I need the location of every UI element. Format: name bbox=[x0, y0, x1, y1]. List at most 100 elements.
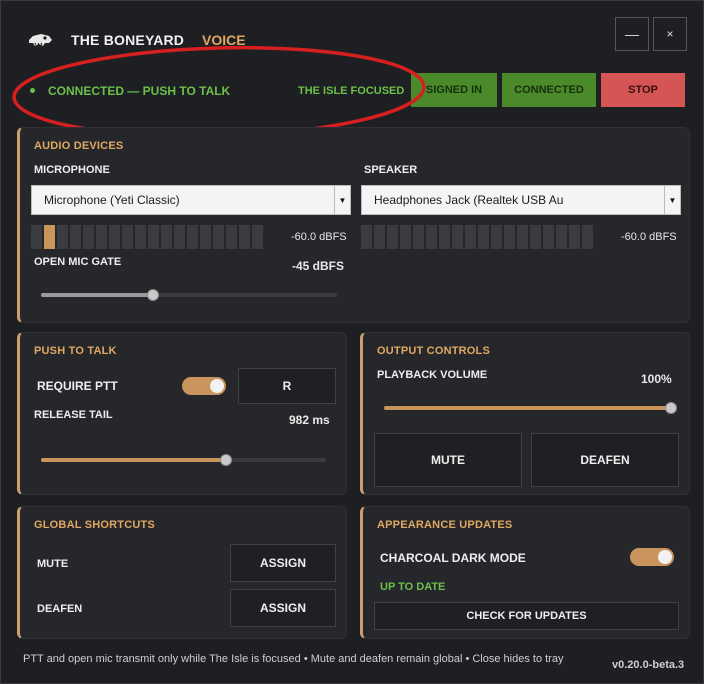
microphone-level-meter bbox=[31, 225, 263, 249]
speaker-meter-segment bbox=[374, 225, 385, 249]
signed-in-badge: SIGNED IN bbox=[411, 73, 497, 107]
deafen-button[interactable]: DEAFEN bbox=[531, 433, 679, 487]
mic-meter-segment bbox=[57, 225, 68, 249]
speaker-meter-segment bbox=[361, 225, 372, 249]
check-updates-button[interactable]: CHECK FOR UPDATES bbox=[374, 602, 679, 630]
global-shortcuts-title: GLOBAL SHORTCUTS bbox=[34, 519, 155, 531]
open-mic-gate-value: -45 dBFS bbox=[292, 259, 345, 273]
output-controls-panel: OUTPUT CONTROLS PLAYBACK VOLUME 100% MUT… bbox=[360, 332, 690, 495]
release-tail-value: 982 ms bbox=[289, 413, 330, 427]
microphone-level-value: -60.0 dBFS bbox=[291, 231, 347, 243]
mic-meter-segment bbox=[31, 225, 42, 249]
app-title: THE BONEYARD bbox=[71, 32, 185, 48]
mic-meter-segment bbox=[213, 225, 224, 249]
dark-mode-label: CHARCOAL DARK MODE bbox=[380, 551, 526, 565]
slider-fill bbox=[41, 458, 226, 462]
toggle-knob bbox=[210, 379, 224, 393]
microphone-select[interactable]: Microphone (Yeti Classic) ▼ bbox=[31, 185, 351, 215]
speaker-select-value: Headphones Jack (Realtek USB Au bbox=[374, 193, 564, 207]
close-button[interactable]: × bbox=[653, 17, 687, 51]
speaker-meter-segment bbox=[478, 225, 489, 249]
mic-meter-segment bbox=[239, 225, 250, 249]
stop-button[interactable]: STOP bbox=[601, 73, 685, 107]
update-status: UP TO DATE bbox=[380, 581, 446, 593]
open-mic-gate-label: OPEN MIC GATE bbox=[34, 256, 122, 268]
speaker-meter-segment bbox=[582, 225, 593, 249]
appearance-title: APPEARANCE UPDATES bbox=[377, 519, 513, 531]
ptt-key-button[interactable]: R bbox=[238, 368, 336, 404]
mic-meter-segment bbox=[161, 225, 172, 249]
mic-meter-segment bbox=[135, 225, 146, 249]
app-window: THE BONEYARD VOICE — × CONNECTED — PUSH … bbox=[0, 0, 704, 684]
chevron-down-icon: ▼ bbox=[664, 186, 680, 214]
mic-meter-segment bbox=[187, 225, 198, 249]
slider-thumb[interactable] bbox=[147, 289, 159, 301]
mic-meter-segment bbox=[174, 225, 185, 249]
release-tail-label: RELEASE TAIL bbox=[34, 409, 113, 421]
mic-meter-segment bbox=[200, 225, 211, 249]
slider-thumb[interactable] bbox=[665, 402, 677, 414]
chevron-down-icon: ▼ bbox=[334, 186, 350, 214]
app-subtitle: VOICE bbox=[202, 32, 246, 48]
speaker-meter-segment bbox=[439, 225, 450, 249]
connected-badge: CONNECTED bbox=[502, 73, 596, 107]
deafen-shortcut-label: DEAFEN bbox=[37, 603, 83, 615]
slider-thumb[interactable] bbox=[220, 454, 232, 466]
mic-meter-segment bbox=[226, 225, 237, 249]
release-tail-slider[interactable] bbox=[41, 454, 326, 466]
output-controls-title: OUTPUT CONTROLS bbox=[377, 345, 490, 357]
playback-volume-value: 100% bbox=[641, 372, 672, 386]
speaker-meter-segment bbox=[530, 225, 541, 249]
speaker-meter-segment bbox=[452, 225, 463, 249]
microphone-select-value: Microphone (Yeti Classic) bbox=[44, 193, 180, 207]
status-dot-icon bbox=[30, 88, 35, 93]
global-shortcuts-panel: GLOBAL SHORTCUTS MUTE ASSIGN DEAFEN ASSI… bbox=[17, 506, 347, 639]
mic-meter-segment bbox=[109, 225, 120, 249]
speaker-level-meter bbox=[361, 225, 593, 249]
mic-meter-segment bbox=[44, 225, 55, 249]
mic-meter-segment bbox=[148, 225, 159, 249]
appearance-panel: APPEARANCE UPDATES CHARCOAL DARK MODE UP… bbox=[360, 506, 690, 639]
version-label: v0.20.0-beta.3 bbox=[612, 659, 685, 671]
push-to-talk-panel: PUSH TO TALK REQUIRE PTT R RELEASE TAIL … bbox=[17, 332, 347, 495]
audio-devices-title: AUDIO DEVICES bbox=[34, 140, 124, 152]
dark-mode-toggle[interactable] bbox=[630, 548, 674, 566]
require-ptt-label: REQUIRE PTT bbox=[37, 379, 118, 393]
speaker-meter-segment bbox=[413, 225, 424, 249]
speaker-meter-segment bbox=[400, 225, 411, 249]
microphone-label: MICROPHONE bbox=[34, 164, 110, 176]
speaker-meter-segment bbox=[426, 225, 437, 249]
speaker-select[interactable]: Headphones Jack (Realtek USB Au ▼ bbox=[361, 185, 681, 215]
speaker-meter-segment bbox=[491, 225, 502, 249]
mic-meter-segment bbox=[70, 225, 81, 249]
assign-deafen-button[interactable]: ASSIGN bbox=[230, 589, 336, 627]
playback-volume-label: PLAYBACK VOLUME bbox=[377, 369, 488, 381]
mute-button[interactable]: MUTE bbox=[374, 433, 522, 487]
speaker-meter-segment bbox=[517, 225, 528, 249]
slider-fill bbox=[384, 406, 671, 410]
mic-meter-segment bbox=[83, 225, 94, 249]
toggle-knob bbox=[658, 550, 672, 564]
assign-mute-button[interactable]: ASSIGN bbox=[230, 544, 336, 582]
require-ptt-toggle[interactable] bbox=[182, 377, 226, 395]
mic-meter-segment bbox=[122, 225, 133, 249]
dinosaur-skull-icon bbox=[29, 34, 52, 46]
mute-shortcut-label: MUTE bbox=[37, 558, 69, 570]
playback-volume-slider[interactable] bbox=[384, 402, 677, 414]
push-to-talk-title: PUSH TO TALK bbox=[34, 345, 117, 357]
connection-status: CONNECTED — PUSH TO TALK bbox=[48, 84, 231, 98]
focus-status: THE ISLE FOCUSED bbox=[298, 85, 405, 97]
speaker-meter-segment bbox=[387, 225, 398, 249]
audio-devices-panel: AUDIO DEVICES MICROPHONE SPEAKER Microph… bbox=[17, 127, 690, 323]
speaker-meter-segment bbox=[504, 225, 515, 249]
speaker-meter-segment bbox=[465, 225, 476, 249]
speaker-meter-segment bbox=[569, 225, 580, 249]
speaker-level-value: -60.0 dBFS bbox=[621, 231, 677, 243]
mic-meter-segment bbox=[96, 225, 107, 249]
speaker-meter-segment bbox=[556, 225, 567, 249]
speaker-label: SPEAKER bbox=[364, 164, 418, 176]
minimize-button[interactable]: — bbox=[615, 17, 649, 51]
open-mic-gate-slider[interactable] bbox=[41, 289, 337, 301]
speaker-meter-segment bbox=[543, 225, 554, 249]
mic-meter-segment bbox=[252, 225, 263, 249]
